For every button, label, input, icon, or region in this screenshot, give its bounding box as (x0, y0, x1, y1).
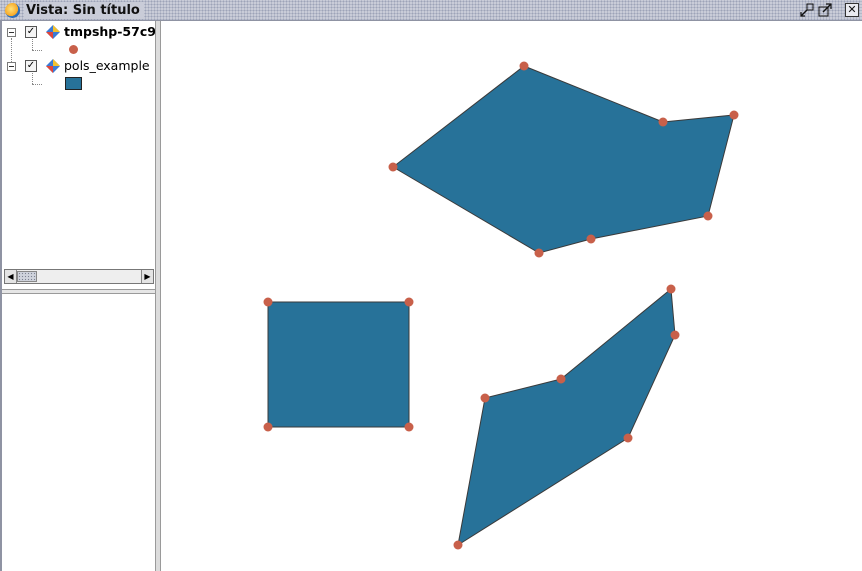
vertex-point[interactable] (586, 234, 596, 244)
close-icon[interactable]: ✕ (845, 3, 859, 17)
vertex-point[interactable] (404, 422, 414, 432)
layer-row-tmpshp[interactable]: ✓ tmpshp-57c9 (2, 24, 157, 42)
vertex-point[interactable] (703, 211, 713, 221)
hexagon-polygon[interactable] (392, 65, 735, 254)
layer-row-pols-example[interactable]: ✓ pols_example (2, 58, 157, 76)
polygon-symbol-icon (65, 77, 82, 90)
map-canvas[interactable] (161, 21, 862, 571)
vertex-point[interactable] (404, 297, 414, 307)
vertex-point[interactable] (453, 540, 463, 550)
layer-name[interactable]: tmpshp-57c9 (64, 24, 156, 40)
point-symbol-icon (69, 45, 78, 54)
vertex-point[interactable] (263, 297, 273, 307)
vector-layer-icon (46, 59, 60, 73)
locator-map[interactable] (2, 294, 157, 571)
map-drawing[interactable] (161, 21, 862, 571)
collapse-icon[interactable] (7, 28, 16, 37)
toc-panel: ✓ tmpshp-57c9 ✓ pols_example ◀ ▶ (0, 21, 157, 571)
vertex-point[interactable] (556, 374, 566, 384)
vertex-point[interactable] (658, 117, 668, 127)
vertex-point[interactable] (623, 433, 633, 443)
vertex-point[interactable] (534, 248, 544, 258)
scroll-thumb[interactable] (17, 271, 37, 282)
diamond-polygon[interactable] (457, 288, 676, 547)
layer-visibility-checkbox[interactable]: ✓ (25, 26, 37, 38)
restore-icon[interactable] (800, 3, 814, 17)
vertex-point[interactable] (519, 61, 529, 71)
scroll-left-icon[interactable]: ◀ (5, 270, 17, 283)
toc-horizontal-scrollbar[interactable]: ◀ ▶ (4, 269, 154, 284)
window-title-bar[interactable]: Vista: Sin título ✕ (0, 0, 862, 21)
vector-layer-icon (46, 25, 60, 39)
vertex-point[interactable] (263, 422, 273, 432)
layer-visibility-checkbox[interactable]: ✓ (25, 60, 37, 72)
vertex-point[interactable] (670, 330, 680, 340)
tree-connector (32, 84, 42, 85)
window-title: Vista: Sin título (24, 2, 144, 19)
vertex-point[interactable] (480, 393, 490, 403)
tree-connector (32, 50, 42, 51)
layer-name[interactable]: pols_example (64, 58, 150, 74)
layer-tree: ✓ tmpshp-57c9 ✓ pols_example (2, 21, 157, 269)
gvsig-view-icon (5, 3, 20, 18)
collapse-icon[interactable] (7, 62, 16, 71)
scroll-right-icon[interactable]: ▶ (141, 270, 153, 283)
maximize-icon[interactable] (818, 3, 832, 17)
vertex-point[interactable] (388, 162, 398, 172)
vertex-point[interactable] (729, 110, 739, 120)
square-polygon[interactable] (267, 301, 410, 428)
vertex-point[interactable] (666, 284, 676, 294)
